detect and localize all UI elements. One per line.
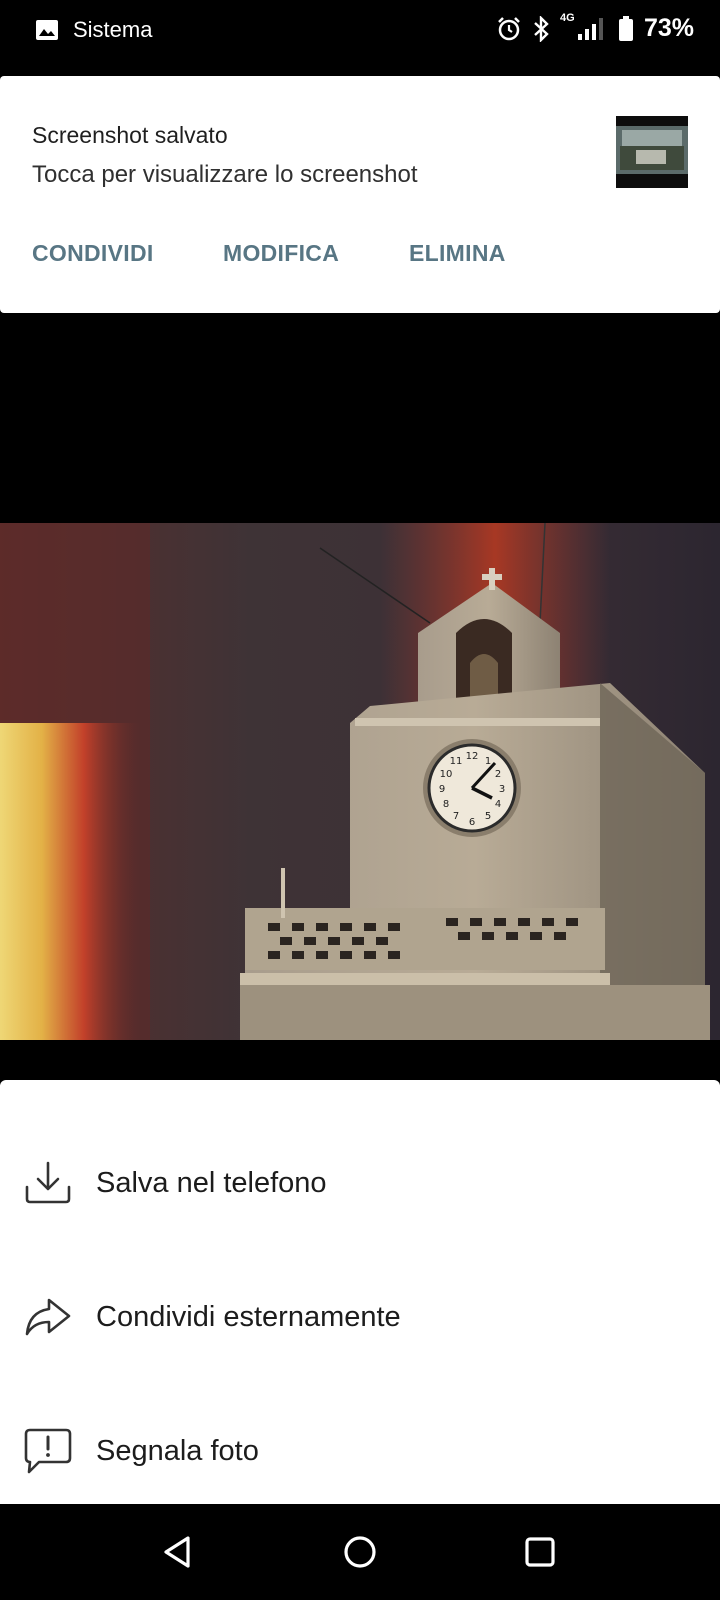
- status-app-name: Sistema: [73, 17, 153, 42]
- svg-text:9: 9: [439, 784, 445, 795]
- svg-text:11: 11: [450, 756, 463, 767]
- clock-tower-photo: 12 1 2 3 4 5 6 7 8 9 10 11: [0, 523, 720, 1040]
- notification-body: Tocca per visualizzare lo screenshot: [32, 161, 418, 188]
- svg-text:1: 1: [485, 756, 491, 767]
- share-arrow-icon: [22, 1291, 74, 1343]
- share-externally-option[interactable]: Condividi esternamente: [0, 1262, 720, 1372]
- svg-text:7: 7: [453, 811, 459, 822]
- bluetooth-icon: [532, 15, 550, 42]
- download-icon: [22, 1157, 74, 1209]
- signal-icon: 4G: [560, 12, 608, 42]
- report-photo-option[interactable]: Segnala foto: [0, 1396, 720, 1506]
- screen: Sistema 4G 73% Screenshot salvato Tocca …: [0, 0, 720, 1600]
- status-left: Sistema: [35, 17, 152, 43]
- home-icon[interactable]: [340, 1532, 380, 1572]
- image-notification-icon: [35, 19, 59, 41]
- svg-text:12: 12: [466, 751, 479, 762]
- svg-text:2: 2: [495, 769, 501, 780]
- screenshot-notification[interactable]: [0, 76, 720, 313]
- svg-text:4: 4: [495, 799, 501, 810]
- svg-text:10: 10: [440, 769, 453, 780]
- status-right: 4G 73%: [496, 12, 694, 43]
- screenshot-thumbnail[interactable]: [616, 116, 688, 188]
- battery-icon: [618, 15, 634, 42]
- save-to-phone-option[interactable]: Salva nel telefono: [0, 1128, 720, 1238]
- notification-share-button[interactable]: CONDIVIDI: [32, 240, 154, 267]
- save-to-phone-label: Salva nel telefono: [96, 1166, 327, 1199]
- photo-options-sheet: Salva nel telefono Condividi esternament…: [0, 1080, 720, 1504]
- photo-viewer[interactable]: 12 1 2 3 4 5 6 7 8 9 10 11: [0, 523, 720, 1040]
- back-icon[interactable]: [158, 1532, 198, 1572]
- status-bar: Sistema 4G 73%: [0, 0, 720, 62]
- svg-text:8: 8: [443, 799, 449, 810]
- navigation-bar: [0, 1504, 720, 1600]
- share-externally-label: Condividi esternamente: [96, 1300, 401, 1333]
- notification-edit-button[interactable]: MODIFICA: [223, 240, 339, 267]
- svg-text:5: 5: [485, 811, 491, 822]
- report-photo-label: Segnala foto: [96, 1434, 259, 1467]
- notification-delete-button[interactable]: ELIMINA: [409, 240, 506, 267]
- svg-text:6: 6: [469, 817, 475, 828]
- report-icon: [22, 1425, 74, 1477]
- svg-text:3: 3: [499, 784, 505, 795]
- notification-title: Screenshot salvato: [32, 122, 228, 148]
- recents-icon[interactable]: [520, 1532, 560, 1572]
- battery-percent: 73%: [643, 14, 694, 42]
- alarm-icon: [496, 16, 522, 42]
